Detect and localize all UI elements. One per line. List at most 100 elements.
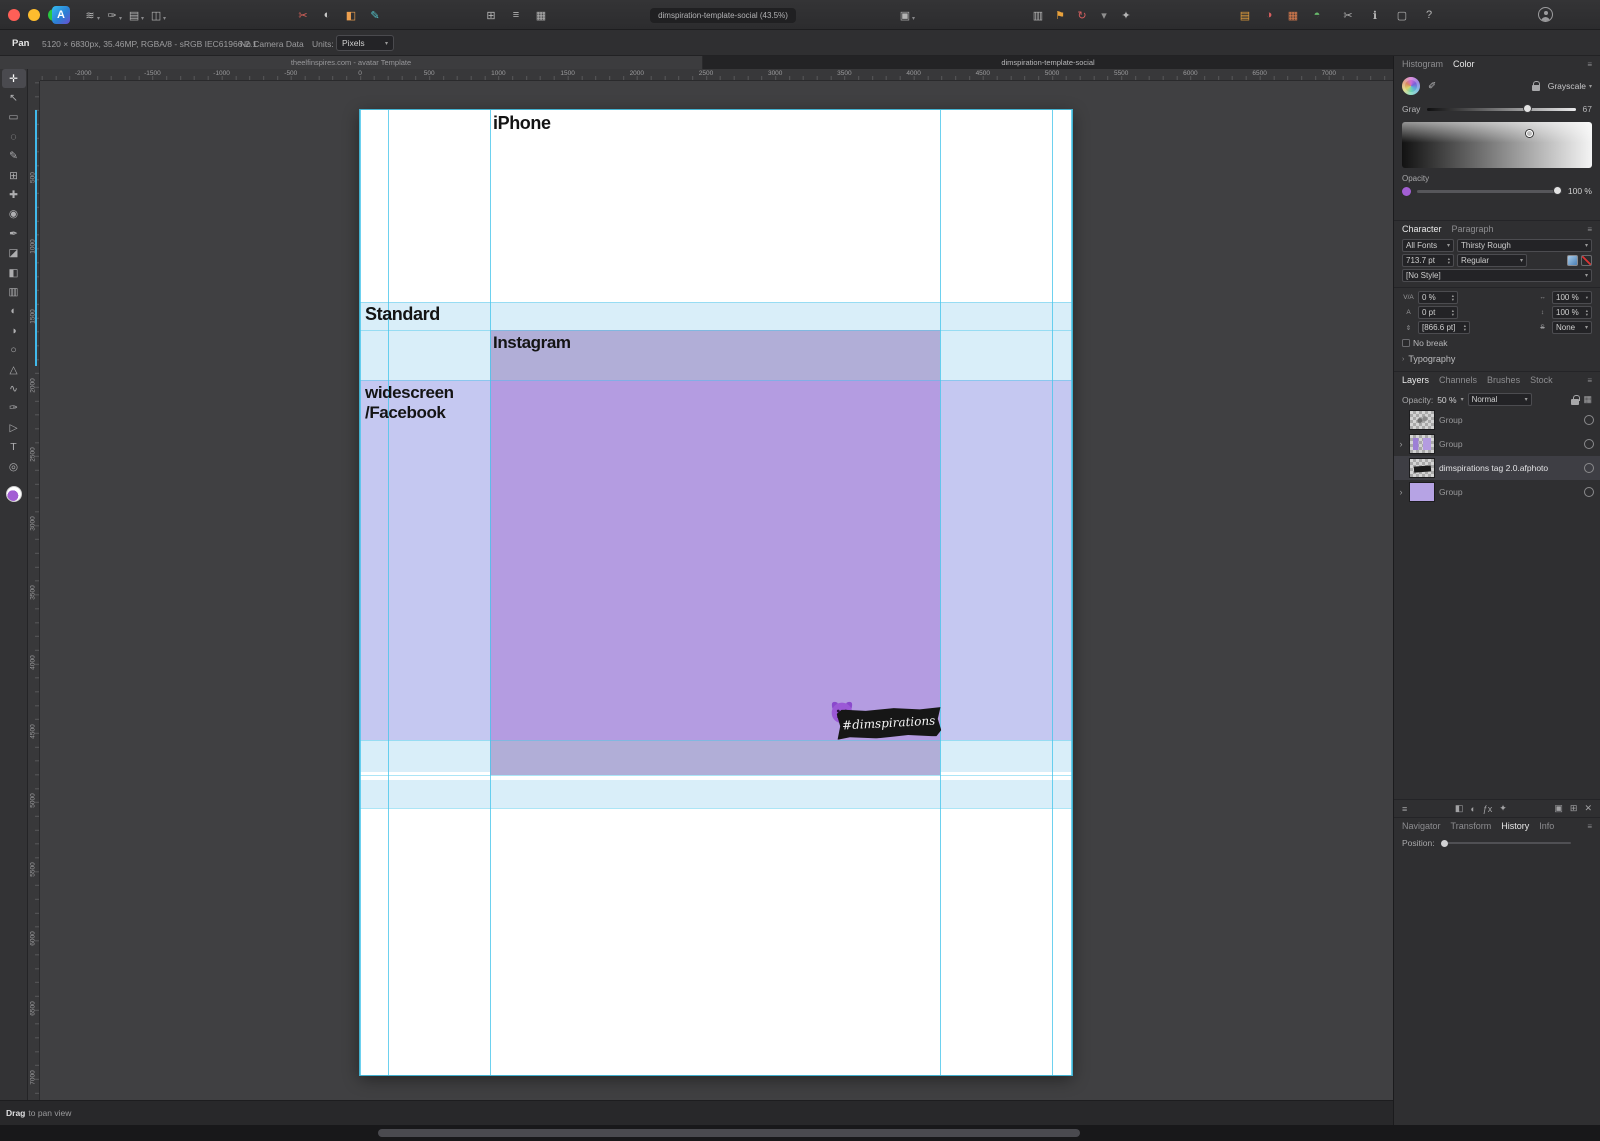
- font-style-dropdown[interactable]: Regular ▾: [1457, 254, 1527, 267]
- sharpen-tool[interactable]: △: [0, 360, 28, 379]
- live-filter-icon[interactable]: ✦: [1499, 803, 1507, 814]
- font-name-dropdown[interactable]: Thirsty Rough ▾: [1457, 239, 1592, 252]
- gray-slider-handle[interactable]: [1523, 104, 1532, 113]
- opacity-slider[interactable]: [1417, 190, 1562, 193]
- layer-name[interactable]: Group: [1439, 487, 1580, 497]
- no-break-checkbox[interactable]: [1402, 339, 1410, 347]
- metadata-icon[interactable]: ℹ: [1367, 7, 1383, 23]
- current-color-dot[interactable]: [1402, 187, 1411, 196]
- stamp-panel-icon[interactable]: ▤: [126, 7, 142, 23]
- blur-tool[interactable]: ○: [0, 340, 28, 359]
- disclosure-icon[interactable]: ›: [1397, 439, 1405, 449]
- gray-slider[interactable]: [1427, 108, 1575, 111]
- auto-colours-icon[interactable]: ▦: [1285, 7, 1301, 23]
- horizontal-scale-field[interactable]: 100 % ▾: [1552, 291, 1592, 304]
- assistant-icon[interactable]: ≡: [508, 7, 524, 23]
- blend-mode-dropdown[interactable]: Normal ▾: [1468, 393, 1532, 406]
- history-position-handle[interactable]: [1441, 840, 1448, 847]
- dimspirations-tag[interactable]: #dimspirations: [827, 695, 945, 745]
- panel-menu-icon[interactable]: ≡: [1587, 822, 1592, 831]
- tab-navigator[interactable]: Navigator: [1402, 821, 1441, 831]
- disclosure-icon[interactable]: ›: [1397, 487, 1405, 497]
- tab-info[interactable]: Info: [1539, 821, 1554, 831]
- liquify-persona-icon[interactable]: ✂: [295, 7, 311, 23]
- tab-histogram[interactable]: Histogram: [1402, 59, 1443, 69]
- opacity-slider-handle[interactable]: [1553, 186, 1562, 195]
- erase-tool[interactable]: ◪: [0, 244, 28, 263]
- document-tab-inactive[interactable]: theelfinspires.com - avatar Template: [0, 56, 703, 69]
- guides-icon[interactable]: ▦: [533, 7, 549, 23]
- dodge-tool[interactable]: ◐: [0, 302, 28, 321]
- arrange-icon[interactable]: ▥: [1030, 7, 1046, 23]
- scrollbar-thumb[interactable]: [378, 1129, 1080, 1137]
- stepper-icon[interactable]: ▴▾: [1462, 324, 1466, 332]
- tab-paragraph[interactable]: Paragraph: [1452, 224, 1494, 234]
- fill-tool[interactable]: ◧: [0, 263, 28, 282]
- current-color-swatch[interactable]: [6, 486, 22, 502]
- selection-brush-tool[interactable]: ✎: [0, 147, 28, 166]
- healing-brush-tool[interactable]: ✚: [0, 185, 28, 204]
- view-options-icon[interactable]: ▣: [897, 7, 913, 23]
- layer-row[interactable]: ›Group: [1394, 432, 1600, 456]
- snapping-icon[interactable]: ⊞: [483, 7, 499, 23]
- paint-brush-tool[interactable]: ✒: [0, 224, 28, 243]
- stepper-icon[interactable]: ▴▾: [1584, 309, 1588, 317]
- zoom-tool[interactable]: ◎: [0, 457, 28, 476]
- auto-white-balance-icon[interactable]: ◓: [1309, 7, 1325, 23]
- layer-thumbnail[interactable]: [1409, 434, 1435, 454]
- artboard[interactable]: iPhone Standard Instagram widescreen /Fa…: [360, 110, 1072, 1075]
- guide-line[interactable]: [490, 110, 491, 1075]
- text-stroke-swatch[interactable]: [1581, 255, 1592, 266]
- lock-icon[interactable]: [1532, 85, 1540, 91]
- stepper-icon[interactable]: ▴▾: [1446, 257, 1450, 265]
- auto-contrast-icon[interactable]: ◑: [1261, 7, 1277, 23]
- leading-field[interactable]: [866.6 pt] ▴▾: [1418, 321, 1470, 334]
- tab-color[interactable]: Color: [1453, 59, 1475, 69]
- symbols-panel-icon[interactable]: ◫: [148, 7, 164, 23]
- guide-line[interactable]: [360, 380, 1072, 381]
- crop-tool[interactable]: ⊞: [0, 166, 28, 185]
- lasso-tool[interactable]: ◌: [0, 127, 28, 146]
- horizontal-scrollbar[interactable]: [0, 1125, 1600, 1141]
- panel-menu-icon[interactable]: ≡: [1587, 60, 1592, 69]
- panel-menu-icon[interactable]: ≡: [1587, 376, 1592, 385]
- eyedropper-icon[interactable]: ✐: [1428, 81, 1436, 92]
- close-window-button[interactable]: [8, 9, 20, 21]
- tonemap-persona-icon[interactable]: ◧: [343, 7, 359, 23]
- guide-line[interactable]: [1052, 110, 1053, 1075]
- guide-line[interactable]: [360, 740, 1072, 741]
- help-icon[interactable]: ?: [1421, 7, 1437, 23]
- font-size-field[interactable]: 713.7 pt ▴▾: [1402, 254, 1454, 267]
- tab-history[interactable]: History: [1501, 821, 1529, 831]
- pen-tool[interactable]: ✑: [0, 399, 28, 418]
- delete-layer-icon[interactable]: ✕: [1584, 803, 1592, 814]
- colorspace-dropdown[interactable]: Grayscale ▾: [1548, 81, 1592, 91]
- node-tool[interactable]: ▷: [0, 418, 28, 437]
- slice-icon[interactable]: ✂: [1340, 7, 1356, 23]
- canvas-viewport[interactable]: iPhone Standard Instagram widescreen /Fa…: [40, 81, 1393, 1100]
- sliders-icon[interactable]: ≋: [82, 7, 98, 23]
- vertical-scale-field[interactable]: 100 % ▴▾: [1552, 306, 1592, 319]
- panel-menu-icon[interactable]: ≡: [1587, 225, 1592, 234]
- paragraph-style-dropdown[interactable]: [No Style] ▾: [1402, 269, 1592, 282]
- smudge-tool[interactable]: ∿: [0, 379, 28, 398]
- typography-section-header[interactable]: › Typography: [1402, 354, 1592, 364]
- layer-opacity-dropdown[interactable]: 50 %: [1437, 395, 1456, 405]
- color-wheel-icon[interactable]: [1402, 77, 1420, 95]
- gray-gradient-picker[interactable]: [1402, 122, 1592, 168]
- pan-tool[interactable]: ✛: [2, 69, 26, 88]
- guide-line[interactable]: [388, 110, 389, 1075]
- layer-visibility-toggle[interactable]: [1584, 487, 1594, 497]
- develop-persona-icon[interactable]: ◐: [319, 7, 335, 23]
- layer-row[interactable]: dimspirations tag 2.0.afphoto: [1394, 456, 1600, 480]
- guide-line[interactable]: [940, 110, 941, 1075]
- layer-visibility-toggle[interactable]: [1584, 463, 1594, 473]
- tab-transform[interactable]: Transform: [1451, 821, 1492, 831]
- baseline-field[interactable]: 0 pt ▴▾: [1418, 306, 1458, 319]
- tab-character[interactable]: Character: [1402, 224, 1442, 234]
- comment-icon[interactable]: ✦: [1118, 7, 1134, 23]
- photo-persona-icon[interactable]: ✎: [367, 7, 383, 23]
- layer-visibility-toggle[interactable]: [1584, 439, 1594, 449]
- flag-icon[interactable]: ⚑: [1052, 7, 1068, 23]
- guide-line[interactable]: [1071, 110, 1072, 1075]
